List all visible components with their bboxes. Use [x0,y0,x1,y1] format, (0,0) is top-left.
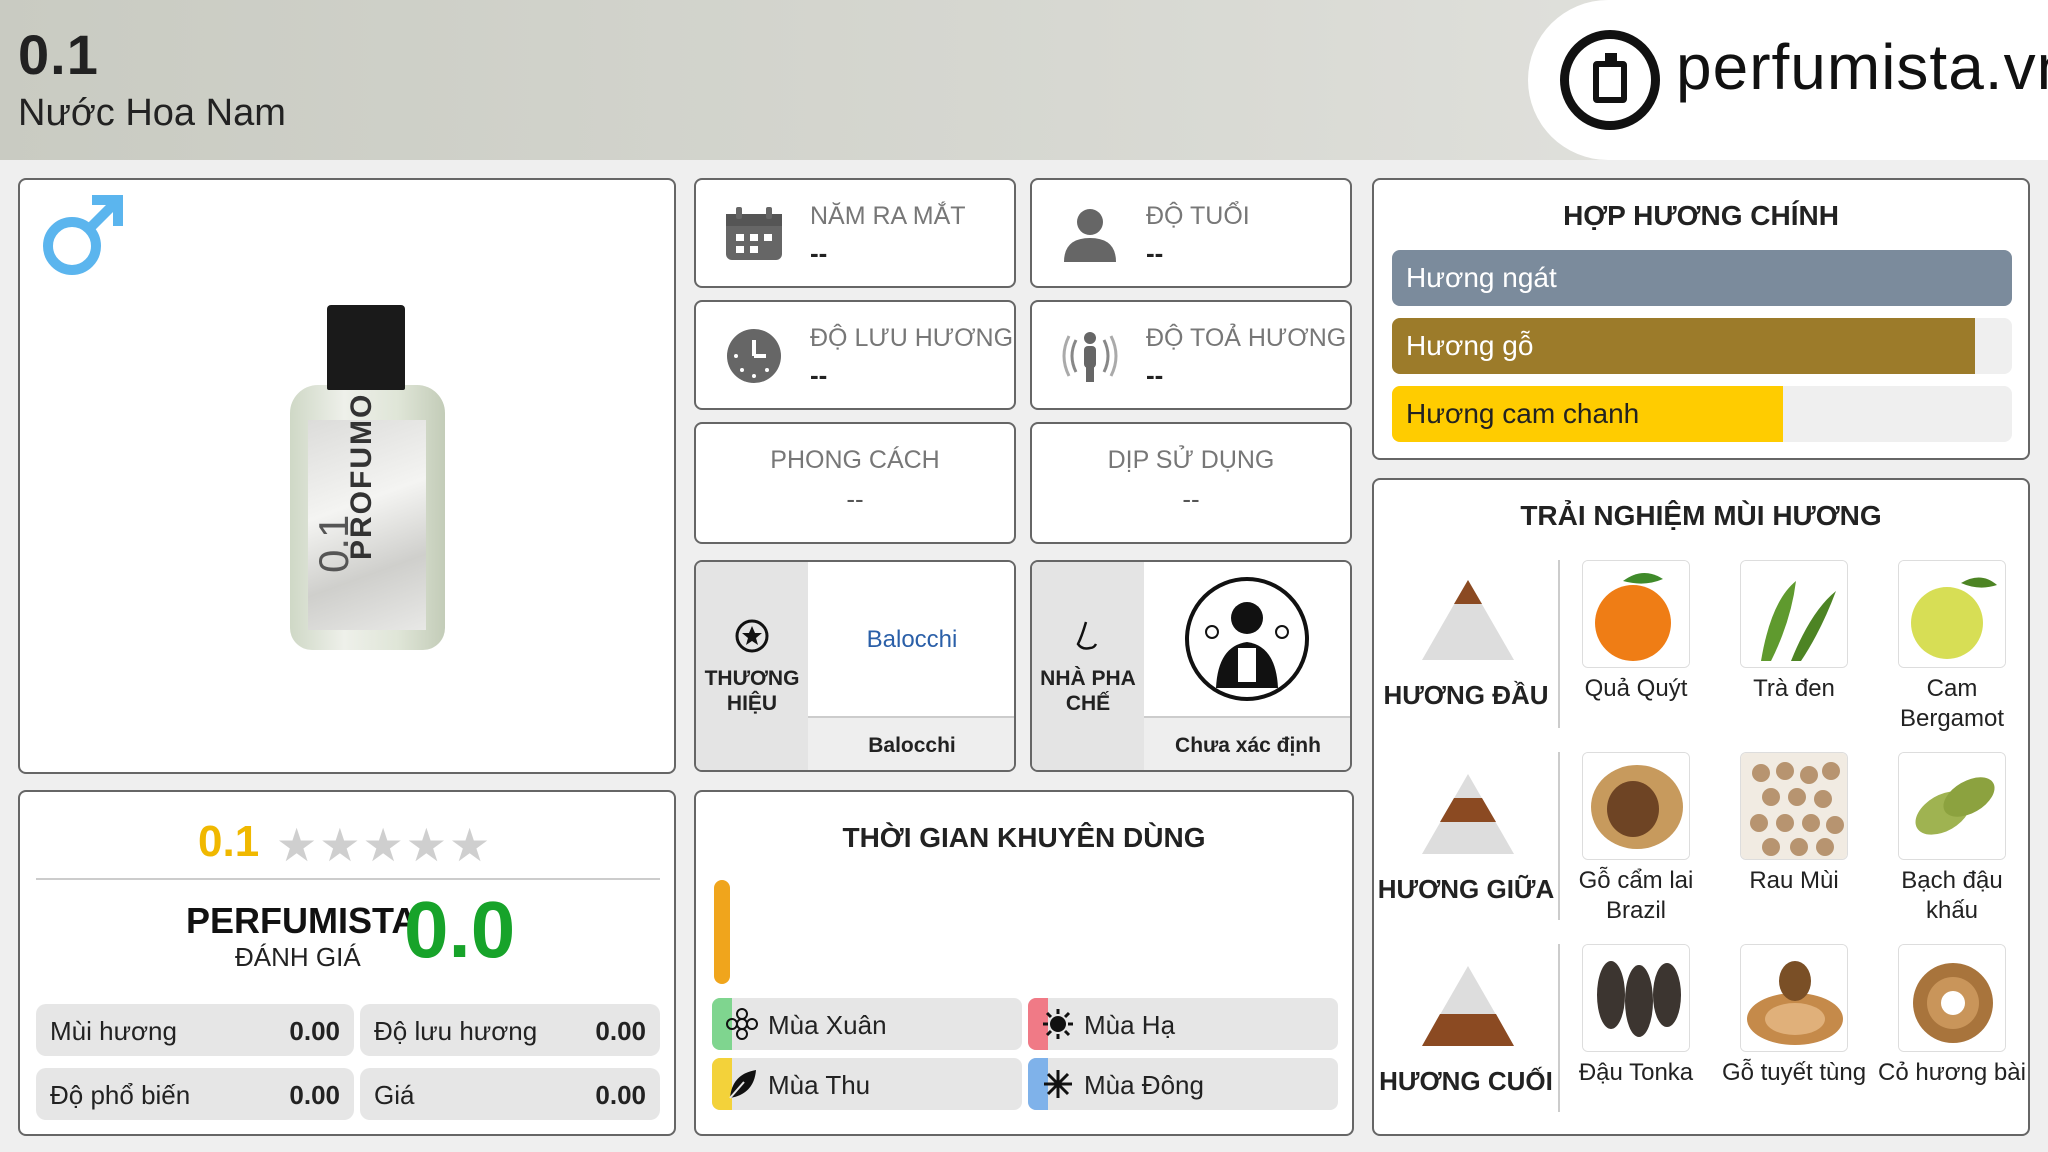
brand-logo-image: Balocchi [808,562,1014,716]
perfumer-side-label: NHÀ PHA CHẾ [1040,667,1136,715]
sillage-value: -- [1146,360,1164,390]
base-notes-tier: HƯƠNG CUỐI [1374,966,1558,1126]
accord-bar: Hương gỗ [1392,318,2012,374]
season-winter: Mùa Đông [1028,1058,1338,1110]
main-accords-card: HỢP HƯƠNG CHÍNH Hương ngát Hương gỗ Hươn… [1372,178,2030,460]
accord-bar: Hương ngát [1392,250,2012,306]
tonka-bean-icon [1582,944,1690,1052]
brand-name: Balocchi [808,716,1014,770]
age-value: -- [1146,238,1164,268]
age-label: ĐỘ TUỔI [1146,202,1250,230]
day-night-bar [714,880,730,984]
experience-title: TRẢI NGHIỆM MÙI HƯƠNG [1520,500,1882,531]
middle-notes-tier: HƯƠNG GIỮA [1374,774,1558,934]
clock-icon [727,329,781,383]
bergamot-icon [1898,560,2006,668]
recommend-time-card: THỜI GIAN KHUYÊN DÙNG Mùa Xuân Mùa Hạ Mù… [694,790,1354,1136]
season-summer: Mùa Hạ [1028,998,1338,1050]
page-title: 0.1 [18,23,99,86]
accord-bar: Hương cam chanh [1392,386,2012,442]
evaluation-label: ĐÁNH GIÁ [235,942,361,972]
brand-side-label: THƯƠNG HIỆU [704,667,800,715]
longevity-value: -- [810,360,828,390]
product-image-card: PROFUMO 0.1 [18,178,676,774]
user-score: 0.1 [198,817,260,866]
top-notes-tier: HƯƠNG ĐẦU [1374,580,1558,740]
leaf-icon [729,1070,756,1099]
perfume-bottle-image: PROFUMO 0.1 [290,305,445,650]
flower-icon [726,1008,758,1040]
sillage-label: ĐỘ TOẢ HƯƠNG [1146,324,1347,352]
metric-popularity: Độ phổ biến 0.00 [36,1068,354,1120]
nose-icon [1076,621,1098,650]
divider [36,878,660,880]
logo-icon [1560,30,1660,130]
snowflake-icon [1044,1070,1072,1098]
style-value: -- [846,484,864,514]
occasion-value: -- [1182,484,1200,514]
pyramid-base-icon [1422,966,1514,1046]
recommend-title: THỜI GIAN KHUYÊN DÙNG [842,822,1206,853]
pyramid-top-icon [1422,580,1514,660]
mandarin-icon [1582,560,1690,668]
diffuse-icon [1062,332,1118,382]
black-tea-icon [1740,560,1848,668]
occasion-label: DỊP SỬ DỤNG [1107,446,1275,474]
perfumista-score: 0.0 [404,885,516,974]
longevity-label: ĐỘ LƯU HƯƠNG [810,324,1014,352]
pyramid-middle-icon [1422,774,1514,854]
vetiver-icon [1898,944,2006,1052]
user-icon [1064,209,1116,262]
metric-scent: Mùi hương 0.00 [36,1004,354,1056]
brand-card[interactable]: THƯƠNG HIỆU Balocchi Balocchi [694,560,1016,772]
perfumer-image [1144,562,1350,716]
star-badge-icon [735,619,769,653]
brand-logo-text: Balocchi [866,626,958,653]
season-autumn: Mùa Thu [712,1058,1022,1110]
page-subtitle: Nước Hoa Nam [18,92,286,134]
coriander-icon [1740,752,1848,860]
age-card: ĐỘ TUỔI -- [1030,178,1352,288]
bottle-number-text: 0.1 [310,514,357,573]
perfumer-name: Chưa xác định [1144,716,1350,770]
site-logo[interactable]: perfumista.vn [1528,0,2048,160]
rosewood-icon [1582,752,1690,860]
occasion-card: DỊP SỬ DỤNG -- [1030,422,1352,544]
male-icon [43,195,123,275]
sun-icon [1043,1009,1073,1039]
style-label: PHONG CÁCH [770,446,940,474]
perfumer-avatar-icon [1185,577,1309,701]
perfumer-card[interactable]: NHÀ PHA CHẾ Chưa xác định [1030,560,1352,772]
release-year-card: NĂM RA MẮT -- [694,178,1016,288]
logo-text: perfumista.vn [1676,31,2048,103]
rating-card: 0.1 ★★★★★ PERFUMISTA ĐÁNH GIÁ 0.0 Mùi hư… [18,790,676,1136]
longevity-card: ĐỘ LƯU HƯƠNG -- [694,300,1016,410]
metric-price: Giá 0.00 [360,1068,660,1120]
scent-experience-card: TRẢI NGHIỆM MÙI HƯƠNG HƯƠNG ĐẦU HƯƠNG GI… [1372,478,2030,1136]
header-bar: 0.1 Nước Hoa Nam perfumista.vn [0,0,2048,160]
cedarwood-icon [1740,944,1848,1052]
accords-title: HỢP HƯƠNG CHÍNH [1563,200,1839,231]
release-year-label: NĂM RA MẮT [810,202,966,230]
release-year-value: -- [810,238,828,268]
perfumista-label: PERFUMISTA [186,900,418,941]
style-card: PHONG CÁCH -- [694,422,1016,544]
calendar-icon [726,207,782,260]
season-spring: Mùa Xuân [712,998,1022,1050]
sillage-card: ĐỘ TOẢ HƯƠNG -- [1030,300,1352,410]
metric-longevity: Độ lưu hương 0.00 [360,1004,660,1056]
star-rating[interactable]: ★★★★★ [276,818,492,872]
cardamom-icon [1898,752,2006,860]
